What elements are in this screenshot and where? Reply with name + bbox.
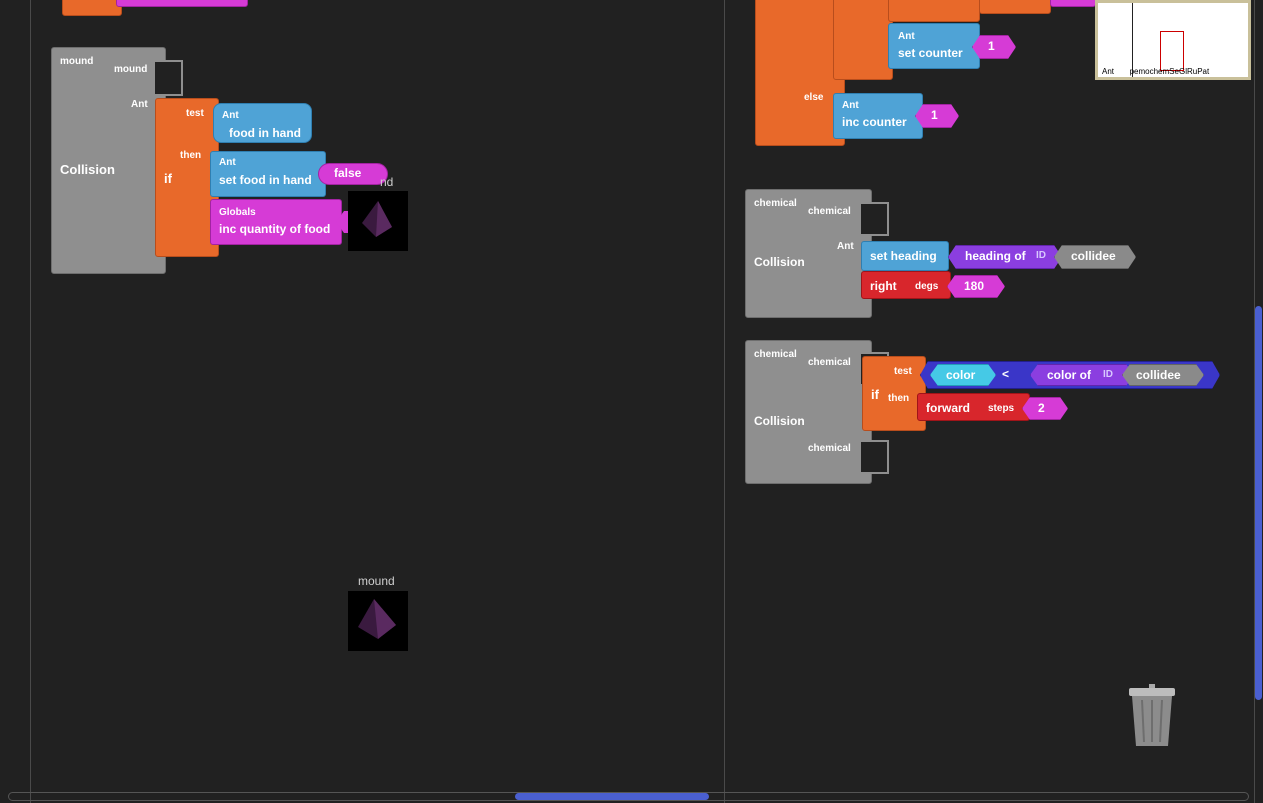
set-counter-value-text: 1: [988, 39, 995, 53]
collidee-label: collidee: [1071, 249, 1116, 263]
then-label: then: [180, 150, 202, 161]
page-divider-left: [30, 0, 31, 803]
inner-if-fragment[interactable]: [833, 0, 893, 80]
collision-category-label: chemical: [754, 349, 797, 360]
minimap-label: mo: [1138, 67, 1150, 76]
vertical-scrollbar-thumb[interactable]: [1255, 306, 1262, 700]
set-counter-label: set counter: [898, 46, 963, 60]
food-in-hand-owner: Ant: [222, 110, 239, 121]
outer-if-fragment[interactable]: [755, 0, 845, 146]
collision-name: Collision: [60, 162, 115, 177]
color-of-label: color of: [1047, 368, 1091, 382]
collides-with-label: chemical: [808, 357, 851, 368]
collision-slot-2: [861, 440, 889, 474]
set-food-in-hand-owner: Ant: [219, 157, 236, 168]
second-collides-label: chemical: [808, 443, 851, 454]
minimap-label: Pat: [1197, 67, 1210, 76]
minimap-label: Ru: [1186, 67, 1198, 76]
less-than-op: <: [1002, 367, 1010, 381]
orange-fragment[interactable]: [62, 0, 122, 16]
heading-of-label: heading of: [965, 249, 1026, 263]
inc-counter-label: inc counter: [842, 115, 907, 129]
steps-value[interactable]: [1022, 397, 1068, 420]
food-in-hand-label: food in hand: [229, 126, 301, 140]
mound-preview-label: mound: [358, 574, 395, 588]
minimap-label: chem: [1149, 67, 1170, 76]
minimap[interactable]: Ant pemochemSeGlRuPat: [1095, 0, 1251, 80]
trash-icon[interactable]: [1127, 684, 1177, 748]
pyramid-icon: [358, 599, 396, 639]
horizontal-scrollbar[interactable]: [8, 792, 1249, 801]
inc-quantity-label: inc quantity of food: [219, 222, 331, 236]
if-label: if: [871, 387, 879, 402]
id-label: ID: [1036, 250, 1046, 261]
inc-quantity-owner: Globals: [219, 207, 256, 218]
if-label: if: [164, 171, 172, 186]
vertical-scrollbar[interactable]: [1254, 0, 1263, 790]
pyramid-icon: [362, 201, 392, 237]
collision-slot: [861, 202, 889, 236]
set-counter-owner: Ant: [898, 31, 915, 42]
right-label: right: [870, 279, 897, 293]
steps-label: steps: [988, 403, 1015, 414]
collides-with-label: mound: [114, 64, 148, 75]
id-label: ID: [1103, 369, 1113, 380]
set-heading-label: set heading: [870, 249, 937, 263]
minimap-label: Gl: [1178, 67, 1187, 76]
mound-preview-bottom: [348, 591, 408, 651]
mound-preview-top: [348, 191, 408, 251]
inc-counter-value-text: 1: [931, 108, 938, 122]
magenta-fragment-2[interactable]: [1050, 0, 1096, 7]
page-divider-middle: [724, 0, 725, 803]
set-food-in-hand-label: set food in hand: [219, 173, 312, 187]
collision-block-body[interactable]: [51, 47, 166, 274]
steps-value-text: 2: [1038, 401, 1045, 415]
minimap-labels: Ant pemochemSeGlRuPat: [1102, 67, 1209, 76]
ant-label: Ant: [837, 241, 854, 252]
degs-label: degs: [915, 281, 939, 292]
magenta-fragment[interactable]: [116, 0, 248, 7]
forward-label: forward: [926, 401, 971, 415]
collision-category-label: chemical: [754, 198, 797, 209]
horizontal-scrollbar-thumb[interactable]: [515, 793, 709, 800]
minimap-label: Ant: [1102, 67, 1115, 76]
then-label: then: [888, 393, 910, 404]
inc-counter-owner: Ant: [842, 100, 859, 111]
collides-with-label: chemical: [808, 206, 851, 217]
collidee-label: collidee: [1136, 368, 1181, 382]
preview-label-partial: nd: [380, 175, 394, 189]
ant-label: Ant: [131, 99, 148, 110]
false-value-text: false: [334, 166, 362, 180]
workspace-canvas[interactable]: mound mound Ant Collision if test then A…: [0, 0, 1263, 803]
minimap-divider: [1132, 3, 1133, 77]
collision-name: Collision: [754, 414, 805, 428]
test-label: test: [186, 108, 204, 119]
test-label: test: [894, 366, 912, 377]
collision-category-label: mound: [60, 56, 94, 67]
minimap-viewport[interactable]: [1160, 31, 1184, 71]
degs-value-text: 180: [964, 279, 985, 293]
color-label: color: [946, 368, 976, 382]
else-label: else: [804, 92, 824, 103]
orange-fragment-2[interactable]: [888, 0, 980, 22]
collision-name: Collision: [754, 255, 805, 269]
minimap-label: Se: [1169, 67, 1179, 76]
orange-fragment-3[interactable]: [979, 0, 1051, 14]
collision-slot: [155, 60, 183, 96]
